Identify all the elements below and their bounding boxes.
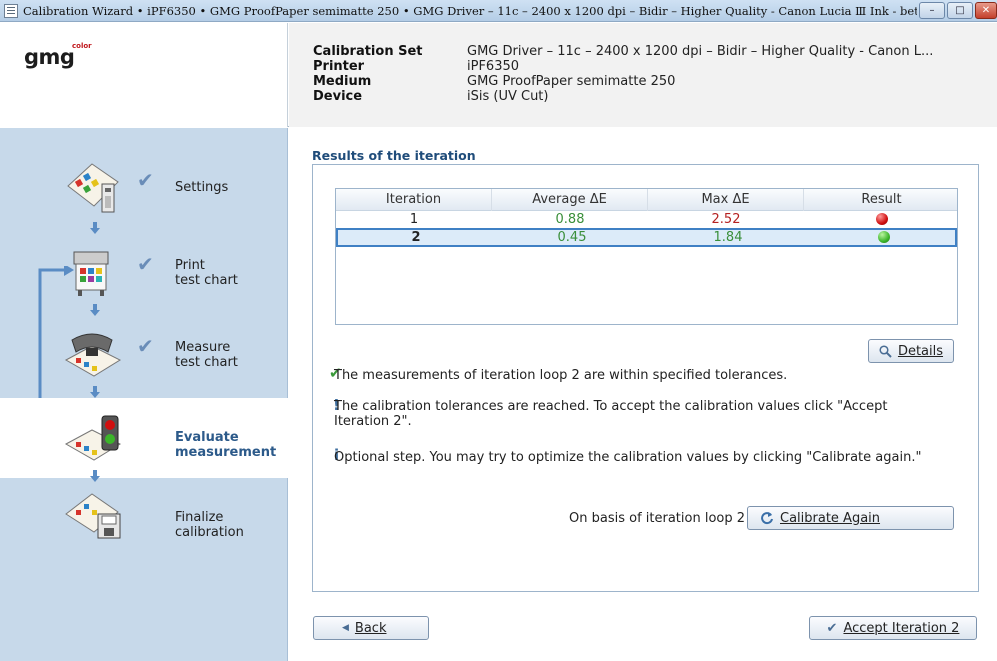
wizard-steps-sidebar: ✔ Settings ✔ Print test chart ✔ Measure … [0,128,288,661]
down-arrow-icon [90,222,100,234]
cell-max-de: 1.84 [713,230,743,245]
info-value-device: iSis (UV Cut) [467,89,549,104]
table-row-selected[interactable]: 2 0.45 1.84 [336,228,957,247]
basis-label: On basis of iteration loop 2 [569,511,746,526]
app-icon [4,3,18,18]
column-header-average-de[interactable]: Average ΔE [492,189,648,211]
info-value-medium: GMG ProofPaper semimatte 250 [467,74,676,89]
down-arrow-icon [90,304,100,316]
details-label: Details [897,343,944,359]
down-arrow-icon [90,386,100,398]
table-row[interactable]: 1 0.88 2.52 [336,211,957,228]
info-value-calibration-set: GMG Driver – 11c – 2400 x 1200 dpi – Bid… [467,44,934,59]
cell-iteration: 2 [411,230,421,245]
step-done-check-icon: ✔ [137,252,154,276]
logo-superscript: color [72,42,92,50]
cell-max-de: 2.52 [711,212,741,227]
close-button[interactable]: ✕ [975,2,997,19]
accept-label: Accept Iteration 2 [843,620,960,636]
calibration-info: Calibration Set GMG Driver – 11c – 2400 … [289,23,997,127]
logo-area: gmg color [0,23,288,127]
step-label: Finalize calibration [175,510,244,540]
column-header-result[interactable]: Result [804,189,959,211]
step-label: Measure test chart [175,340,238,370]
step-print-test-chart[interactable]: ✔ Print test chart [0,236,288,316]
step-evaluate-measurement[interactable]: Evaluate measurement [0,398,288,478]
step-label: Print test chart [175,258,238,288]
result-red-light-icon [875,212,888,225]
result-green-light-icon [877,230,890,243]
message-tolerances-reached: The calibration tolerances are reached. … [334,399,888,429]
info-value-printer: iPF6350 [467,59,520,74]
refresh-icon [761,512,773,525]
cell-average-de: 0.88 [555,212,585,227]
measure-icon [64,333,122,377]
details-button[interactable]: Details [868,339,954,363]
window-controls: – □ ✕ [917,2,997,19]
back-arrow-icon: ◀ [342,623,349,633]
cell-iteration: 1 [409,212,419,227]
results-table[interactable]: Iteration Average ΔE Max ΔE Result 1 0.8… [335,188,958,325]
step-label: Evaluate measurement [175,430,277,460]
main-content: Results of the iteration Iteration Avera… [289,128,997,661]
magnifier-icon [879,344,892,358]
step-label: Settings [175,180,229,195]
info-key-device: Device [313,89,363,104]
header: gmg color Calibration Set GMG Driver – 1… [0,23,997,127]
save-disk-icon [65,493,121,539]
calibrate-again-button[interactable]: Calibrate Again [747,506,954,530]
accept-check-icon: ✔ [826,620,838,636]
column-header-iteration[interactable]: Iteration [336,189,492,211]
message-within-tolerances: The measurements of iteration loop 2 are… [334,368,788,383]
back-button[interactable]: ◀ Back [313,616,429,640]
gmg-logo: gmg [24,45,75,69]
table-header: Iteration Average ΔE Max ΔE Result [336,189,957,211]
info-key-printer: Printer [313,59,365,74]
step-done-check-icon: ✔ [137,334,154,358]
step-finalize-calibration[interactable]: Finalize calibration [0,480,288,560]
accept-iteration-button[interactable]: ✔ Accept Iteration 2 [809,616,977,640]
maximize-button[interactable]: □ [947,2,973,19]
column-header-max-de[interactable]: Max ΔE [648,189,804,211]
title-bar: Calibration Wizard • iPF6350 • GMG Proof… [0,0,997,22]
window-title: Calibration Wizard • iPF6350 • GMG Proof… [23,3,917,18]
step-done-check-icon: ✔ [137,168,154,192]
cell-result [804,211,959,228]
info-key-medium: Medium [313,74,372,89]
section-title: Results of the iteration [312,148,476,163]
step-measure-test-chart[interactable]: ✔ Measure test chart [0,318,288,398]
step-settings[interactable]: ✔ Settings [0,152,288,232]
printer-icon [73,251,109,296]
cell-result [806,230,961,245]
minimize-button[interactable]: – [919,2,945,19]
cell-average-de: 0.45 [557,230,587,245]
traffic-light-icon [64,415,122,461]
message-optional-step: Optional step. You may try to optimize t… [334,450,922,465]
settings-icon [67,163,119,213]
back-label: Back [354,620,387,636]
calibrate-again-label: Calibrate Again [780,510,881,526]
info-key-calibration-set: Calibration Set [313,44,423,59]
